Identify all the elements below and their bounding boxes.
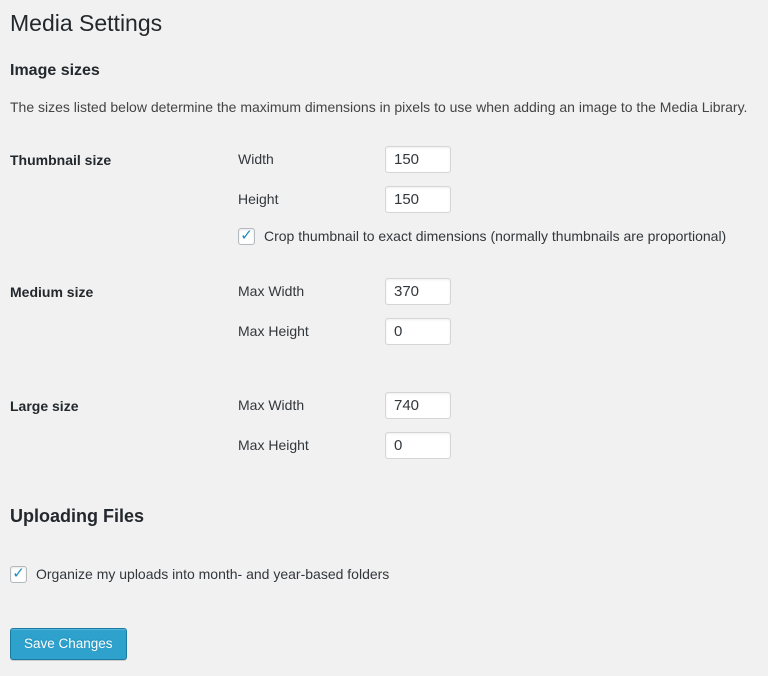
thumbnail-height-input[interactable]	[385, 186, 451, 213]
large-size-label: Large size	[10, 392, 238, 414]
crop-thumbnail-row: ✓ Crop thumbnail to exact dimensions (no…	[238, 228, 726, 245]
medium-max-height-label: Max Height	[238, 323, 385, 339]
large-max-height-input[interactable]	[385, 432, 451, 459]
large-size-fields: Max Width Max Height	[238, 392, 451, 459]
organize-uploads-label[interactable]: Organize my uploads into month- and year…	[36, 566, 389, 582]
medium-size-label: Medium size	[10, 278, 238, 300]
thumbnail-width-input[interactable]	[385, 146, 451, 173]
large-max-width-label: Max Width	[238, 397, 385, 413]
thumbnail-size-fields: Width Height ✓ Crop thumbnail to exact d…	[238, 146, 726, 245]
thumbnail-height-row: Height	[238, 186, 726, 213]
check-icon: ✓	[12, 566, 25, 581]
image-sizes-heading: Image sizes	[10, 62, 758, 80]
medium-max-height-row: Max Height	[238, 318, 451, 345]
thumbnail-width-label: Width	[238, 151, 385, 167]
medium-max-width-input[interactable]	[385, 278, 451, 305]
save-changes-button[interactable]: Save Changes	[10, 628, 127, 661]
medium-max-width-label: Max Width	[238, 283, 385, 299]
medium-size-group: Medium size Max Width Max Height	[10, 278, 758, 345]
thumbnail-size-group: Thumbnail size Width Height ✓ Crop thumb…	[10, 146, 758, 245]
thumbnail-height-label: Height	[238, 191, 385, 207]
thumbnail-size-label: Thumbnail size	[10, 146, 238, 168]
large-max-height-label: Max Height	[238, 437, 385, 453]
large-max-width-input[interactable]	[385, 392, 451, 419]
page-title: Media Settings	[10, 9, 758, 39]
medium-max-height-input[interactable]	[385, 318, 451, 345]
thumbnail-width-row: Width	[238, 146, 726, 173]
large-max-height-row: Max Height	[238, 432, 451, 459]
large-size-group: Large size Max Width Max Height	[10, 392, 758, 459]
image-sizes-description: The sizes listed below determine the max…	[10, 99, 758, 115]
check-icon: ✓	[240, 228, 253, 243]
uploading-files-heading: Uploading Files	[10, 506, 758, 527]
medium-size-fields: Max Width Max Height	[238, 278, 451, 345]
media-settings-page: Media Settings Image sizes The sizes lis…	[0, 0, 768, 660]
crop-thumbnail-label[interactable]: Crop thumbnail to exact dimensions (norm…	[264, 228, 726, 244]
organize-uploads-checkbox[interactable]: ✓	[10, 566, 27, 583]
medium-max-width-row: Max Width	[238, 278, 451, 305]
organize-uploads-row: ✓ Organize my uploads into month- and ye…	[10, 566, 758, 583]
large-max-width-row: Max Width	[238, 392, 451, 419]
crop-thumbnail-checkbox[interactable]: ✓	[238, 228, 255, 245]
